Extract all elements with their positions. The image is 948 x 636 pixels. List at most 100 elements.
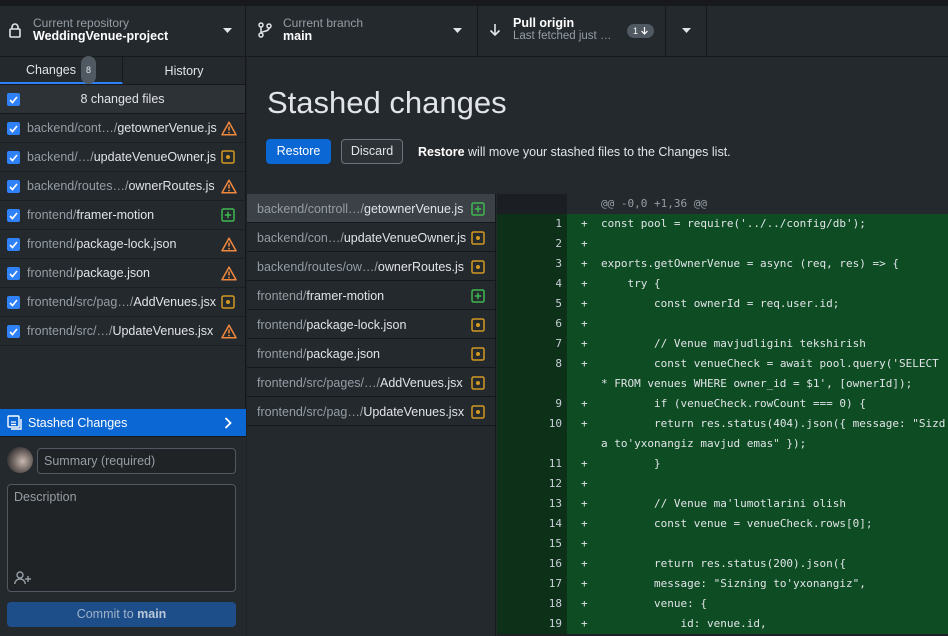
file-checkbox[interactable] (7, 151, 20, 164)
stashed-file-row[interactable]: backend/routes/ow…/ownerRoutes.js (247, 252, 495, 281)
diff-line: 2 + (497, 234, 948, 254)
stashed-file-row[interactable]: frontend/package.json (247, 339, 495, 368)
stashed-file-row[interactable]: backend/controll…/getownerVenue.js (247, 194, 495, 223)
added-marker: + (567, 254, 601, 274)
added-marker: + (567, 394, 601, 414)
added-marker: + (567, 614, 601, 634)
summary-input[interactable] (37, 448, 236, 474)
line-number: 11 (497, 454, 567, 474)
added-marker: + (567, 294, 601, 314)
code-text: message: "Sizning to'yxonangiz", (601, 574, 948, 594)
stashed-file-row[interactable]: frontend/framer-motion (247, 281, 495, 310)
file-name: framer-motion (306, 289, 385, 303)
current-repository-button[interactable]: Current repository WeddingVenue-project (0, 6, 246, 56)
discard-button[interactable]: Discard (341, 139, 403, 164)
sidebar: Changes 8 History 8 changed files backen… (0, 55, 246, 636)
changed-file-row[interactable]: frontend/src/…/UpdateVenues.jsx (0, 317, 245, 346)
file-path: frontend/package.json (257, 347, 380, 361)
stashed-file-row[interactable]: backend/con…/updateVenueOwner.js (247, 223, 495, 252)
changed-file-row[interactable]: frontend/src/pag…/AddVenues.jsx (0, 288, 245, 317)
added-marker: + (567, 334, 601, 354)
tab-changes[interactable]: Changes 8 (0, 55, 123, 84)
file-modified-icon (471, 347, 485, 361)
description-field[interactable] (7, 484, 236, 592)
diff-line: 18 + venue: { (497, 594, 948, 614)
code-text: exports.getOwnerVenue = async (req, res)… (601, 254, 948, 274)
diff-line: 16 + return res.status(200).json({ (497, 554, 948, 574)
diff-line: 9 + if (venueCheck.rowCount === 0) { (497, 394, 948, 414)
diff-line: 7 + // Venue mavjudligini tekshirish (497, 334, 948, 354)
file-name: package.json (76, 266, 151, 280)
commit-button-prefix: Commit to (76, 607, 138, 621)
line-number: 19 (497, 614, 567, 634)
file-checkbox[interactable] (7, 180, 20, 193)
changed-file-row[interactable]: frontend/package.json (0, 259, 245, 288)
changed-file-row[interactable]: backend/routes…/ownerRoutes.js (0, 172, 245, 201)
code-text (601, 234, 948, 254)
repository-caption: Current repository (33, 16, 130, 30)
diff-line: 15 + (497, 534, 948, 554)
file-name: AddVenues.jsx (379, 376, 463, 390)
changed-file-row[interactable]: backend/…/updateVenueOwner.js (0, 143, 245, 172)
line-number: 13 (497, 494, 567, 514)
file-added-icon (471, 289, 485, 303)
changed-file-row[interactable]: frontend/package-lock.json (0, 230, 245, 259)
stashed-changes-button[interactable]: Stashed Changes (0, 409, 246, 437)
stashed-file-row[interactable]: frontend/package-lock.json (247, 310, 495, 339)
file-checkbox[interactable] (7, 296, 20, 309)
added-marker: + (567, 474, 601, 494)
file-dir: backend/routes/ow…/ (257, 260, 378, 274)
code-text (601, 474, 948, 494)
file-dir: backend/routes…/ (27, 179, 129, 193)
stashed-file-row[interactable]: frontend/src/pag…/UpdateVenues.jsx (247, 397, 495, 426)
diff-line: 14 + const venue = venueCheck.rows[0]; (497, 514, 948, 534)
file-dir: backend/con…/ (257, 231, 344, 245)
file-name: framer-motion (76, 208, 155, 222)
file-checkbox[interactable] (7, 122, 20, 135)
warning-icon (221, 324, 237, 339)
file-name: updateVenueOwner.js (343, 231, 467, 245)
warning-icon (221, 237, 237, 252)
file-modified-icon (471, 318, 485, 332)
file-name: UpdateVenues.jsx (112, 324, 214, 338)
pull-dropdown-button[interactable] (666, 6, 707, 56)
tab-history-label: History (164, 63, 204, 78)
file-dir: frontend/ (27, 237, 77, 251)
pull-origin-button[interactable]: Pull origin Last fetched just now 1 (478, 6, 666, 56)
current-branch-button[interactable]: Current branch main (246, 6, 478, 56)
file-path: backend/cont…/getownerVenue.js (27, 121, 217, 135)
code-text: venue: { (601, 594, 948, 614)
line-number: 18 (497, 594, 567, 614)
changed-file-row[interactable]: frontend/framer-motion (0, 201, 245, 230)
line-number: 6 (497, 314, 567, 334)
file-path: frontend/package-lock.json (257, 318, 406, 332)
chevron-down-icon (453, 28, 462, 34)
code-text: const ownerId = req.user.id; (601, 294, 948, 314)
line-number: 12 (497, 474, 567, 494)
stashed-file-row[interactable]: frontend/src/pages/…/AddVenues.jsx (247, 368, 495, 397)
description-input[interactable] (8, 485, 235, 565)
file-name: ownerRoutes.js (377, 260, 465, 274)
warning-icon (221, 266, 237, 281)
file-path: backend/…/updateVenueOwner.js (27, 150, 216, 164)
restore-button[interactable]: Restore (266, 139, 331, 164)
tab-history[interactable]: History (123, 57, 245, 84)
code-text: try { (601, 274, 948, 294)
file-checkbox[interactable] (7, 238, 20, 251)
changed-file-row[interactable]: backend/cont…/getownerVenue.js (0, 114, 245, 143)
file-checkbox[interactable] (7, 325, 20, 338)
branch-name: main (283, 29, 313, 43)
stash-icon (7, 415, 23, 431)
file-checkbox[interactable] (7, 267, 20, 280)
commit-button[interactable]: Commit to main (7, 602, 236, 627)
line-number: 8 (497, 354, 567, 394)
file-path: backend/con…/updateVenueOwner.js (257, 231, 466, 245)
added-marker: + (567, 454, 601, 474)
diff-line: 3 + exports.getOwnerVenue = async (req, re… (497, 254, 948, 274)
changed-files-count: 8 changed files (80, 92, 165, 106)
file-modified-icon (471, 376, 485, 390)
add-coauthor-icon[interactable] (14, 571, 32, 585)
file-checkbox[interactable] (7, 209, 20, 222)
arrow-down-icon (641, 27, 648, 35)
changed-files-header: 8 changed files (0, 85, 245, 114)
